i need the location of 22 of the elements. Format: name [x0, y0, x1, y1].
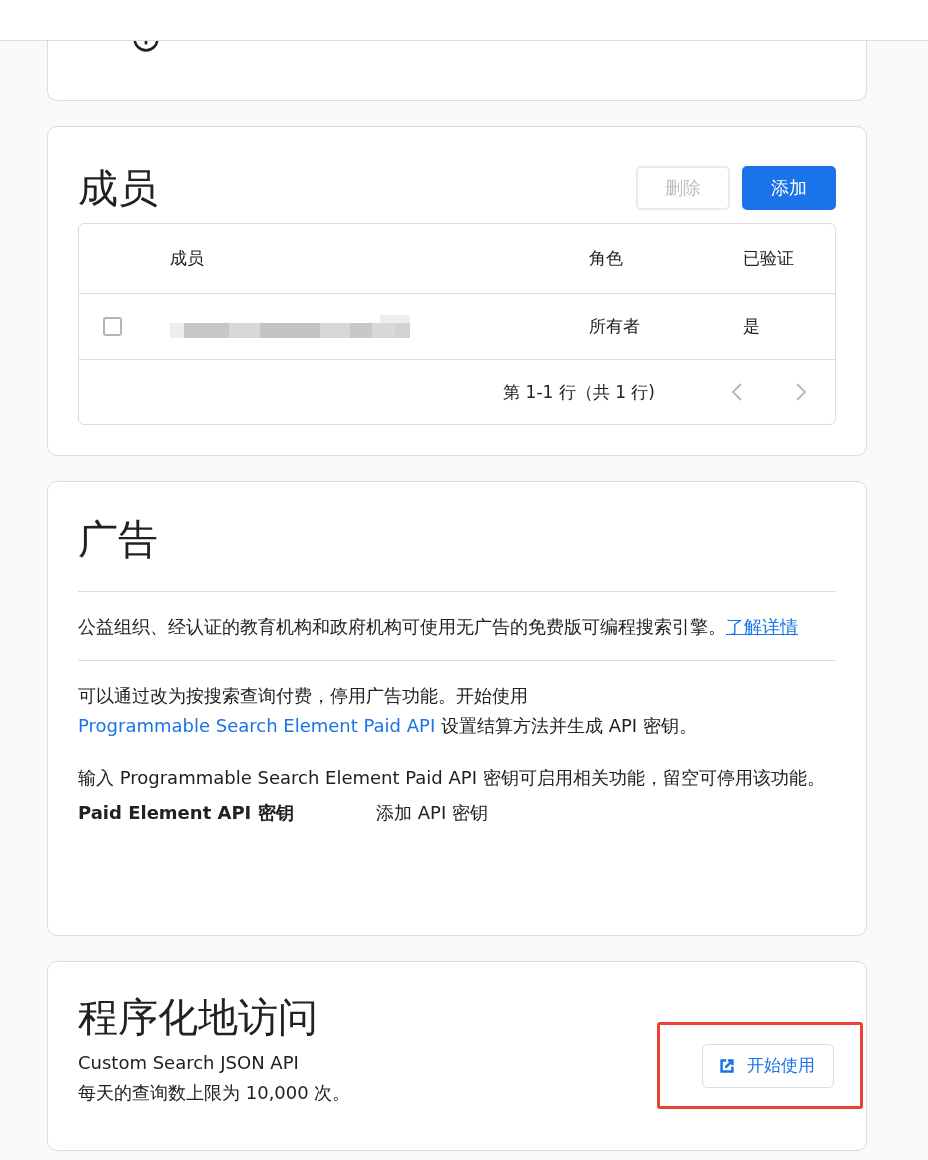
table-cell-text: 所有者 [589, 315, 641, 338]
pagination-text: 第 1-1 行（共 1 行) [503, 380, 655, 404]
add-key-link[interactable]: 添加 API 密钥 [376, 801, 488, 825]
description-text: 每天的查询数上限为 10,000 次。 [78, 1080, 351, 1105]
paragraph: 公益组织、经认证的教育机构和政府机构可使用无广告的免费版可编程搜索引擎。了解详情 [78, 615, 799, 639]
section-title: 广告 [78, 515, 159, 564]
column-header: 角色 [589, 247, 624, 270]
link[interactable]: Programmable Search Element Paid API [78, 715, 436, 736]
section-title: 成员 [78, 164, 158, 213]
column-header: 成员 [170, 247, 205, 270]
info-icon[interactable] [133, 41, 159, 52]
description-text: Custom Search JSON API [78, 1050, 300, 1075]
paragraph: 输入 Programmable Search Element Paid API 密钥可启用相关功能，留空可停用该功能。 [78, 766, 826, 790]
paragraph: 可以通过改为按搜索查询付费，停用广告功能。开始使用 Programmable Search Element Paid API 设置结算方法并生成 API 密钥。 [78, 684, 698, 738]
section-title: 程序化地访问 [78, 993, 319, 1042]
setting-label: Paid Element API 密钥 [78, 801, 295, 825]
column-header: 已验证 [743, 247, 795, 270]
add-button[interactable]: 添加 [742, 166, 836, 210]
link[interactable]: 了解详情 [726, 616, 798, 637]
checkbox[interactable] [103, 317, 122, 336]
table-cell-text: 是 [743, 315, 761, 338]
get-started-button[interactable]: 开始使用 [702, 1043, 834, 1088]
